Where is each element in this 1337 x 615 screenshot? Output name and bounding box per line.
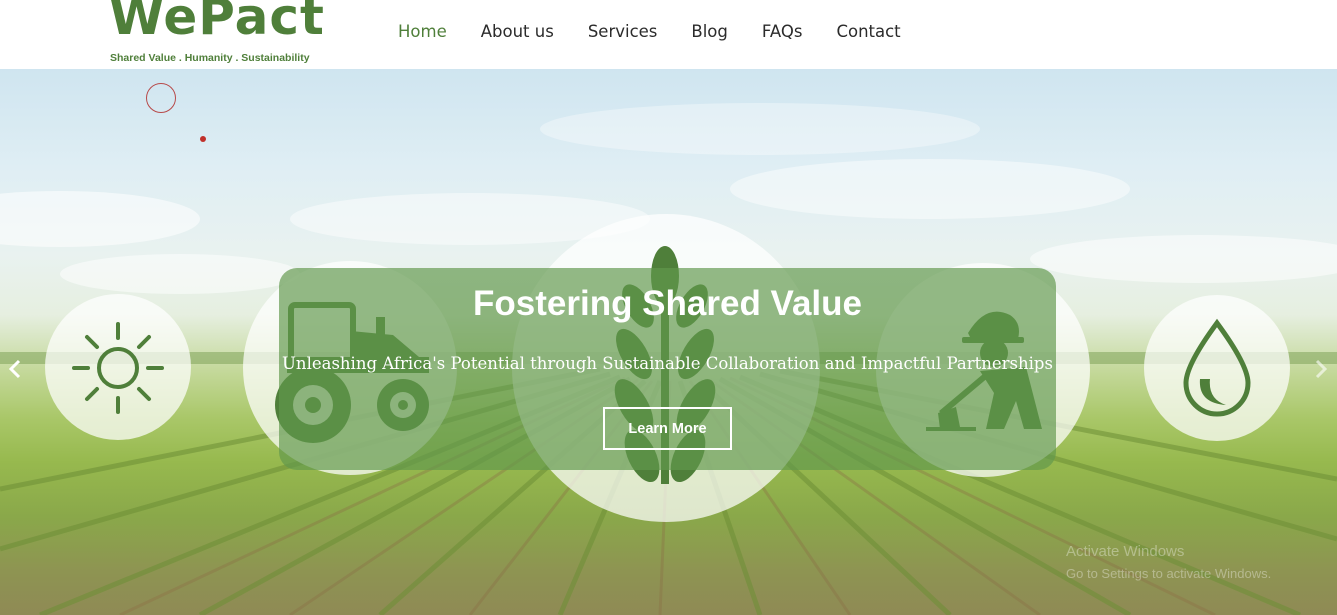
- sun-icon: [72, 322, 164, 414]
- brand-tagline: Shared Value . Humanity . Sustainability: [110, 52, 310, 64]
- site-header: WePact Shared Value . Humanity . Sustain…: [0, 0, 1337, 69]
- chevron-right-icon: [1315, 359, 1328, 379]
- nav-faqs[interactable]: FAQs: [762, 22, 803, 42]
- slide-title: Fostering Shared Value: [473, 284, 862, 323]
- decorative-ring: [146, 83, 176, 113]
- nav-services[interactable]: Services: [588, 22, 658, 42]
- hero-slider: Fostering Shared Value Unleashing Africa…: [0, 69, 1337, 615]
- watermark-line-1: Activate Windows: [1066, 543, 1185, 560]
- watermark-line-2: Go to Settings to activate Windows.: [1066, 566, 1272, 581]
- brand-name: WePact: [109, 0, 325, 46]
- os-watermark: Activate Windows Go to Settings to activ…: [1066, 541, 1271, 585]
- nav-contact[interactable]: Contact: [836, 22, 900, 42]
- sun-bubble: [45, 294, 191, 440]
- slide-caption: Fostering Shared Value Unleashing Africa…: [279, 268, 1056, 470]
- water-drop-icon: [1183, 318, 1251, 417]
- chevron-left-icon: [8, 359, 21, 379]
- slider-next-button[interactable]: [1310, 356, 1332, 382]
- decorative-dot: [200, 136, 206, 142]
- slide-subtitle: Unleashing Africa's Potential through Su…: [282, 354, 1053, 373]
- nav-about-us[interactable]: About us: [481, 22, 554, 42]
- brand-logo[interactable]: WePact Shared Value . Humanity . Sustain…: [109, 0, 324, 66]
- water-bubble: [1144, 295, 1290, 441]
- slider-prev-button[interactable]: [4, 356, 26, 382]
- nav-blog[interactable]: Blog: [691, 22, 727, 42]
- nav-home[interactable]: Home: [398, 22, 447, 42]
- main-nav: Home About us Services Blog FAQs Contact: [398, 22, 935, 42]
- learn-more-button[interactable]: Learn More: [603, 407, 732, 450]
